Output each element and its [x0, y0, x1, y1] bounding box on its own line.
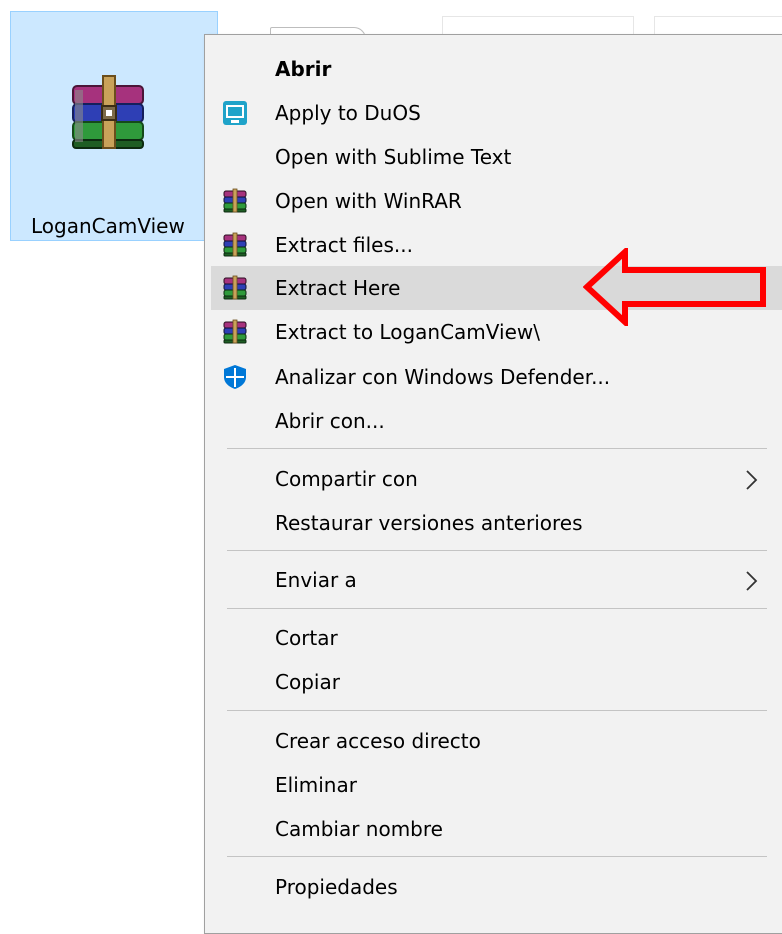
menu-item-cambiar-nombre[interactable]: Cambiar nombre [205, 807, 782, 851]
menu-item-windows-defender[interactable]: Analizar con Windows Defender... [205, 355, 782, 399]
menu-item-label: Abrir con... [275, 409, 385, 433]
menu-item-label: Open with Sublime Text [275, 145, 512, 169]
winrar-icon [223, 232, 247, 257]
menu-item-copiar[interactable]: Copiar [205, 660, 782, 704]
context-menu: Abrir Apply to DuOS Open with Sublime Te… [204, 34, 782, 934]
menu-item-label: Compartir con [275, 467, 418, 491]
menu-item-open-with-sublime-text[interactable]: Open with Sublime Text [205, 135, 782, 179]
winrar-archive-icon [72, 75, 144, 149]
chevron-right-icon [746, 470, 758, 490]
menu-item-label: Restaurar versiones anteriores [275, 511, 583, 535]
menu-item-abrir[interactable]: Abrir [205, 47, 782, 91]
menu-item-compartir-con[interactable]: Compartir con [205, 457, 782, 501]
menu-item-label: Crear acceso directo [275, 729, 481, 753]
menu-separator [227, 608, 767, 609]
menu-item-label: Cortar [275, 626, 338, 650]
menu-item-open-with-winrar[interactable]: Open with WinRAR [205, 179, 782, 223]
menu-item-apply-to-duos[interactable]: Apply to DuOS [205, 91, 782, 135]
menu-separator [227, 448, 767, 449]
menu-item-label: Eliminar [275, 773, 357, 797]
chevron-right-icon [746, 571, 758, 591]
winrar-icon [223, 275, 247, 300]
winrar-icon [223, 319, 247, 344]
menu-separator [227, 856, 767, 857]
menu-item-enviar-a[interactable]: Enviar a [205, 558, 782, 602]
menu-item-label: Copiar [275, 670, 340, 694]
menu-item-propiedades[interactable]: Propiedades [205, 865, 782, 909]
selected-file-tile[interactable]: LoganCamView [10, 11, 218, 241]
menu-item-eliminar[interactable]: Eliminar [205, 763, 782, 807]
file-name-label: LoganCamView [31, 214, 185, 238]
menu-item-label: Apply to DuOS [275, 101, 421, 125]
menu-item-restaurar-versiones[interactable]: Restaurar versiones anteriores [205, 501, 782, 545]
menu-item-label: Cambiar nombre [275, 817, 443, 841]
menu-item-crear-acceso-directo[interactable]: Crear acceso directo [205, 719, 782, 763]
menu-separator [227, 710, 767, 711]
duos-icon [223, 101, 247, 125]
red-arrow-annotation [583, 248, 766, 326]
menu-item-label: Propiedades [275, 875, 398, 899]
winrar-icon [223, 188, 247, 213]
menu-item-label: Extract Here [275, 276, 401, 300]
menu-separator [227, 550, 767, 551]
menu-item-label: Abrir [275, 57, 332, 81]
menu-item-abrir-con[interactable]: Abrir con... [205, 399, 782, 443]
menu-item-label: Open with WinRAR [275, 189, 462, 213]
menu-item-label: Extract to LoganCamView\ [275, 320, 540, 344]
windows-defender-icon [224, 365, 246, 389]
menu-item-label: Extract files... [275, 233, 413, 257]
menu-item-cortar[interactable]: Cortar [205, 616, 782, 660]
menu-item-label: Analizar con Windows Defender... [275, 365, 611, 389]
menu-item-label: Enviar a [275, 568, 357, 592]
